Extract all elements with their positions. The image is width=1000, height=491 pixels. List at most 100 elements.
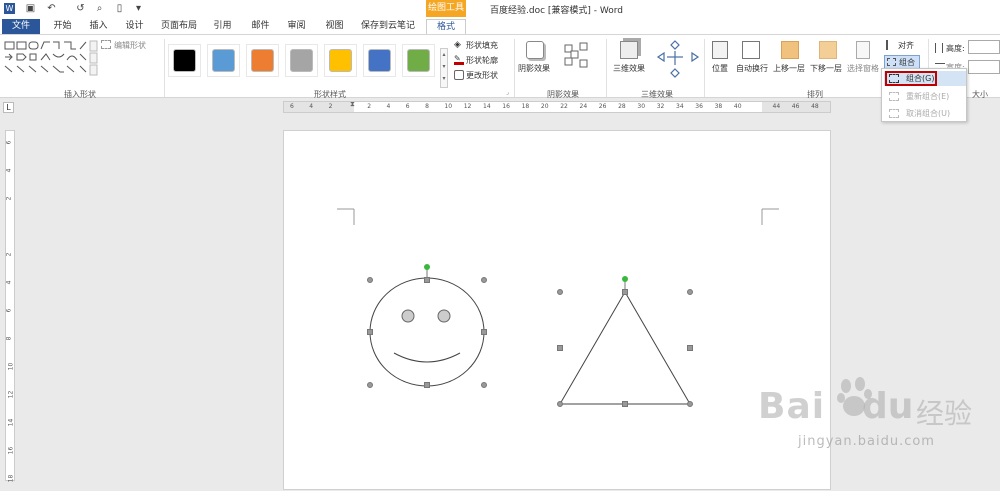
3d-effects-label: 三维效果 (641, 90, 673, 99)
ruler-tick-label: 14 (483, 103, 491, 110)
height-input[interactable] (968, 40, 1000, 54)
ruler-tick-label: 26 (598, 103, 607, 110)
width-input[interactable] (968, 60, 1000, 74)
shadow-effects-button[interactable]: 阴影效果 (518, 63, 550, 74)
window-title: 百度经验.doc [兼容模式] - Word (490, 6, 624, 16)
group-button[interactable]: 组合 (884, 55, 920, 69)
indent-marker-icon[interactable]: ⧗ (350, 100, 355, 109)
undo-icon[interactable]: ↶ (46, 3, 57, 14)
shape-style-swatch[interactable] (402, 44, 435, 77)
wrap-text-button[interactable]: 自动换行 (736, 63, 768, 74)
bring-forward-button[interactable]: 上移一层 (773, 63, 805, 74)
ruler-tick-label: 28 (618, 103, 626, 110)
shadow-effects-icon (526, 41, 544, 59)
send-backward-button[interactable]: 下移一层 (810, 63, 842, 74)
change-shape-button[interactable]: 更改形状 (466, 70, 498, 81)
tab-cloud-note[interactable]: 保存到云笔记 (360, 19, 416, 34)
gallery-scroll[interactable]: ▴ ▾ ▾ (440, 48, 448, 88)
tab-review[interactable]: 审阅 (284, 19, 309, 34)
ruler-tick-label: 2 (367, 103, 372, 110)
tab-references[interactable]: 引用 (210, 19, 235, 34)
ruler-tick-label: 8 (5, 336, 13, 341)
redo-icon[interactable]: ↺ (75, 3, 86, 14)
pen-icon: ✎ (454, 55, 464, 65)
shape-style-swatch[interactable] (246, 44, 279, 77)
tab-file[interactable]: 文件 (2, 19, 40, 34)
change-shape-icon (454, 70, 464, 80)
ruler-tick-label: 46 (791, 103, 800, 110)
group-divider (704, 39, 705, 97)
height-icon (935, 43, 943, 53)
swatch-color (407, 49, 430, 72)
3d-tilt-icons[interactable] (655, 39, 701, 79)
ruler-tick-label: 16 (502, 103, 510, 110)
height-label: 高度: (946, 44, 965, 53)
ruler-tick-label: 6 (405, 103, 410, 110)
3d-effects-button[interactable]: 三维效果 (613, 63, 645, 74)
position-button[interactable]: 位置 (712, 63, 728, 74)
paint-bucket-icon: ◈ (454, 40, 461, 50)
wrap-text-icon (742, 41, 760, 59)
document-page[interactable] (283, 130, 831, 490)
title-bar: W ▣ ↶ ↺ ⌕ ▯ ▾ 绘图工具 百度经验.doc [兼容模式] - Wor… (0, 0, 1000, 17)
tab-format[interactable]: 格式 (426, 19, 466, 34)
ruler-tick-label: 2 (328, 103, 333, 110)
tab-selector[interactable]: L (3, 102, 14, 113)
align-button[interactable]: 对齐 (898, 40, 914, 51)
ruler-tick-label: 30 (637, 103, 646, 110)
3d-effects-icon (620, 41, 638, 59)
print-preview-icon[interactable]: ⌕ (94, 3, 105, 14)
tab-mailings[interactable]: 邮件 (248, 19, 273, 34)
bring-forward-icon (781, 41, 799, 59)
arrange-label: 排列 (807, 90, 823, 99)
ruler-tick-label: 10 (444, 103, 453, 110)
tab-view[interactable]: 视图 (322, 19, 347, 34)
customize-toolbar-icon[interactable]: ▾ (133, 3, 144, 14)
ruler-tick-label: 12 (7, 390, 15, 399)
vertical-ruler[interactable]: 6 4 2 2 4 6 8 10 12 14 16 18 (5, 130, 15, 482)
ruler-tick-label: 6 (290, 103, 294, 110)
edit-shape-button[interactable]: 编辑形状 (114, 40, 146, 51)
shape-fill-button[interactable]: 形状填充 (466, 40, 498, 51)
shape-gallery[interactable] (4, 40, 98, 80)
smiley-selection-handles (367, 277, 487, 388)
ruler-tick-label: 4 (386, 103, 391, 110)
shape-style-swatch[interactable] (324, 44, 357, 77)
group-dropdown-menu: 组合(G) 重新组合(E) 取消组合(U) (881, 68, 967, 122)
menu-item-ungroup-label: 取消组合(U) (906, 109, 951, 118)
menu-item-regroup-label: 重新组合(E) (906, 92, 950, 101)
shape-style-swatch[interactable] (363, 44, 396, 77)
shape-style-swatch[interactable] (168, 44, 201, 77)
word-logo-icon: W (4, 3, 15, 14)
ruler-tick-label: 44 (772, 103, 781, 110)
selection-pane-button[interactable]: 选择窗格 (847, 63, 879, 74)
regroup-icon (889, 92, 899, 101)
ruler-tick-label: 2 (5, 196, 13, 201)
context-tab-header: 绘图工具 (426, 0, 466, 17)
horizontal-ruler[interactable]: 6 4 2 2 4 6 8 10 12 14 16 18 20 22 24 26 28 30 32 34 36 38 40 4… (283, 100, 831, 113)
tab-layout[interactable]: 页面布局 (160, 19, 198, 34)
tab-home[interactable]: 开始 (50, 19, 75, 34)
save-icon[interactable]: ▣ (25, 3, 36, 14)
new-document-icon[interactable]: ▯ (114, 3, 125, 14)
shape-style-swatch[interactable] (207, 44, 240, 77)
ruler-tick-label: 32 (656, 103, 665, 110)
ruler-tick-label: 2 (5, 252, 13, 257)
ungroup-icon (889, 109, 899, 118)
tab-design[interactable]: 设计 (122, 19, 147, 34)
shape-style-swatch[interactable] (285, 44, 318, 77)
align-icon (886, 40, 896, 50)
ruler-tick-label: 22 (560, 103, 568, 110)
ruler-tick-label: 48 (811, 103, 819, 110)
dialog-launcher-icon[interactable]: ⌟ (506, 89, 509, 96)
shadow-nudge-icons[interactable] (563, 41, 591, 77)
group-divider (514, 39, 515, 97)
position-icon (712, 41, 728, 59)
ruler-tick-label: 4 (5, 168, 13, 173)
ruler-tick-label: 4 (5, 280, 13, 285)
tab-insert[interactable]: 插入 (86, 19, 111, 34)
shape-outline-button[interactable]: 形状轮廓 (466, 55, 498, 66)
ruler-tick-label: 6 (5, 140, 13, 145)
ruler-tick-label: 40 (733, 103, 742, 110)
edit-shape-icon (101, 40, 111, 49)
